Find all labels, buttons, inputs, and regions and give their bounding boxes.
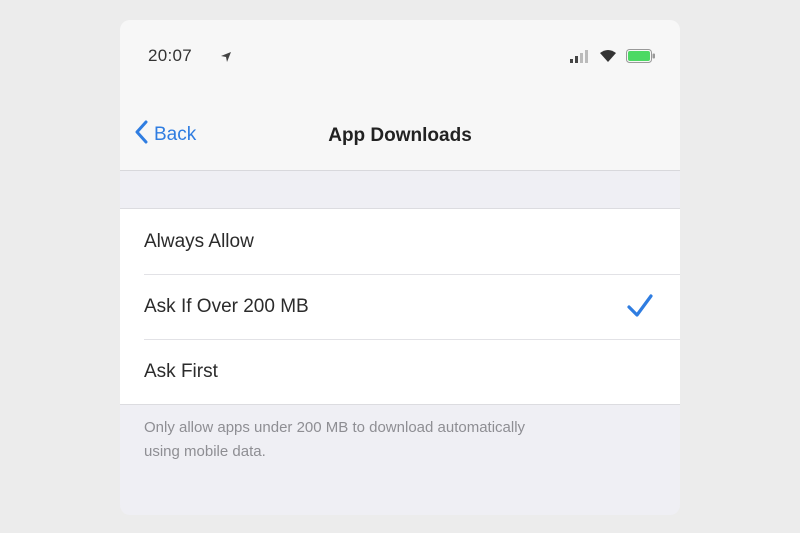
wifi-icon — [599, 49, 617, 68]
page-title: App Downloads — [328, 125, 472, 146]
option-always-allow[interactable]: Always Allow — [120, 209, 680, 274]
signal-icon — [570, 49, 590, 68]
navigation-bar: Back App Downloads — [120, 98, 680, 171]
settings-screen: 20:07 Back App Downloads Always Allow As… — [120, 20, 680, 515]
option-ask-first[interactable]: Ask First — [120, 339, 680, 404]
location-arrow-icon — [220, 50, 232, 68]
option-label: Ask First — [144, 360, 218, 382]
checkmark-icon — [626, 293, 654, 325]
status-icons — [570, 48, 656, 68]
battery-icon — [626, 48, 656, 68]
option-label: Always Allow — [144, 230, 254, 252]
option-ask-if-over-200mb[interactable]: Ask If Over 200 MB — [120, 274, 680, 339]
status-time: 20:07 — [148, 46, 193, 65]
option-label: Ask If Over 200 MB — [144, 295, 309, 317]
footer-note: Only allow apps under 200 MB to download… — [144, 419, 526, 460]
download-options-list: Always Allow Ask If Over 200 MB Ask Firs… — [120, 208, 680, 405]
status-bar: 20:07 — [120, 20, 680, 98]
